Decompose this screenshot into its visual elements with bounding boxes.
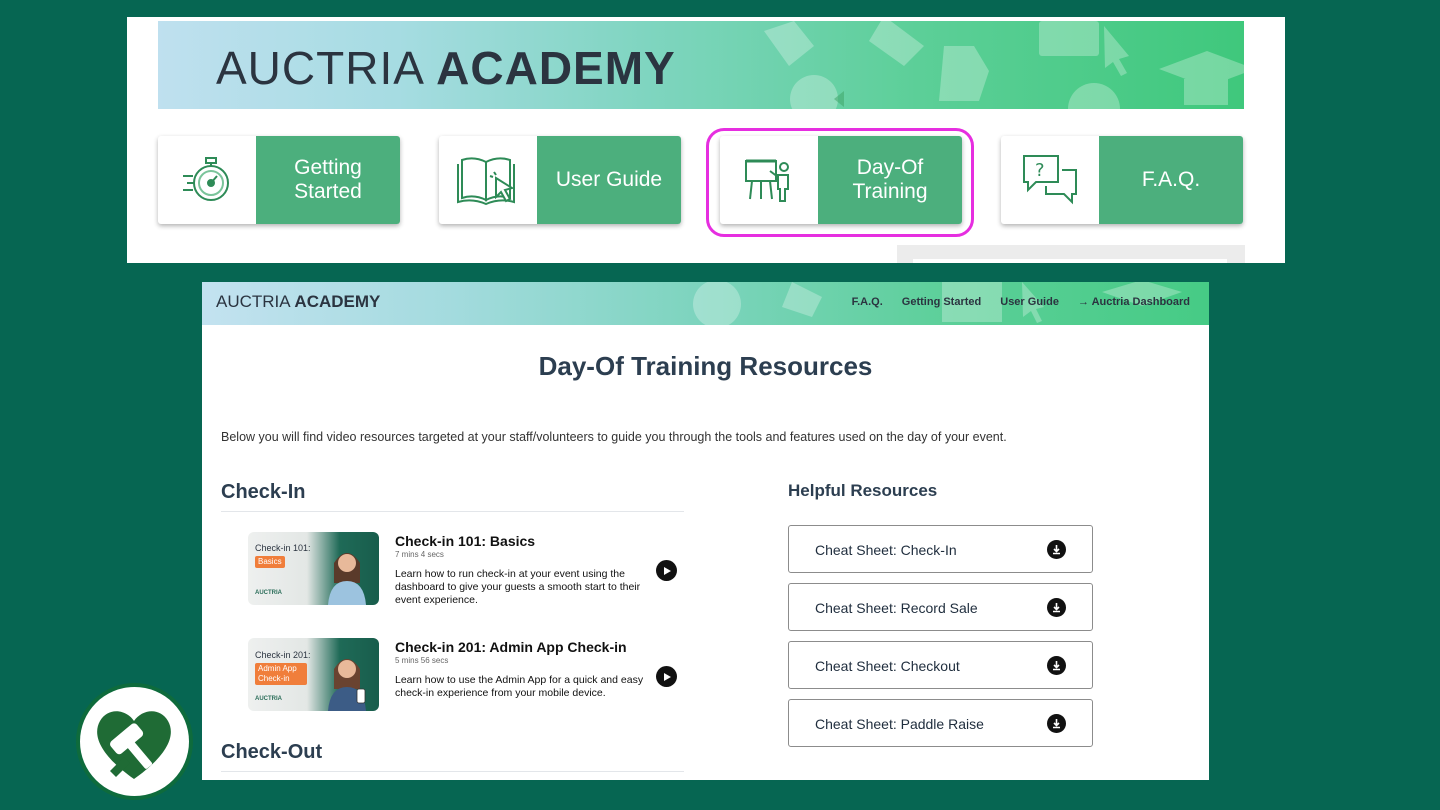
highlight-circle (706, 128, 974, 237)
question-chat-icon: ? (1001, 136, 1099, 224)
academy-home-screenshot: AUCTRIA ACADEMY Getting Started User Gui… (127, 17, 1285, 263)
section-heading-check-in: Check-In (221, 481, 306, 503)
tile-label: Getting Started (256, 136, 400, 224)
cheat-sheet-paddle-raise-button[interactable]: Cheat Sheet: Paddle Raise (788, 699, 1093, 747)
auctria-heart-logo (80, 687, 189, 796)
tile-getting-started[interactable]: Getting Started (158, 136, 400, 224)
academy-banner: AUCTRIA ACADEMY (158, 21, 1244, 109)
top-nav-bar: AUCTRIA ACADEMY F.A.Q. Getting Started U… (202, 282, 1209, 325)
book-cursor-icon (439, 136, 537, 224)
video-description: Learn how to run check-in at your event … (395, 568, 641, 606)
download-icon (1047, 540, 1066, 559)
nav-links: F.A.Q. Getting Started User Guide → Auct… (852, 296, 1190, 308)
auctria-logo: AUCTRIA (255, 696, 282, 702)
play-button[interactable] (656, 666, 677, 687)
academy-logo: AUCTRIA ACADEMY (216, 42, 676, 94)
stopwatch-icon (158, 136, 256, 224)
download-icon (1047, 598, 1066, 617)
video-thumbnail[interactable]: Check-in 201: Admin App Check-in AUCTRIA (248, 638, 379, 711)
cheat-sheet-check-in-button[interactable]: Cheat Sheet: Check-In (788, 525, 1093, 573)
helpful-resources-heading: Helpful Resources (788, 481, 938, 500)
presenter-image (328, 553, 366, 605)
nav-link-faq[interactable]: F.A.Q. (852, 296, 883, 308)
tile-user-guide[interactable]: User Guide (439, 136, 681, 224)
play-button[interactable] (656, 560, 677, 581)
video-title[interactable]: Check-in 201: Admin App Check-in (395, 639, 627, 655)
cheat-sheet-checkout-button[interactable]: Cheat Sheet: Checkout (788, 641, 1093, 689)
download-icon (1047, 714, 1066, 733)
play-icon (663, 566, 671, 575)
auctria-logo: AUCTRIA (255, 590, 282, 596)
video-description: Learn how to use the Admin App for a qui… (395, 674, 644, 699)
download-icon (1047, 656, 1066, 675)
nav-link-auctria-dashboard[interactable]: → Auctria Dashboard (1078, 296, 1190, 308)
section-divider (221, 511, 684, 512)
tile-label: User Guide (537, 136, 681, 224)
svg-text:?: ? (1035, 160, 1045, 181)
video-item: Check-in 201: Admin App Check-in AUCTRIA… (248, 638, 688, 712)
video-title[interactable]: Check-in 101: Basics (395, 533, 535, 549)
section-heading-check-out: Check-Out (221, 741, 323, 763)
nav-link-getting-started[interactable]: Getting Started (902, 296, 981, 308)
tile-faq[interactable]: ? F.A.Q. (1001, 136, 1243, 224)
nav-link-user-guide[interactable]: User Guide (1000, 296, 1059, 308)
video-duration: 5 mins 56 secs (395, 656, 449, 665)
page-title: Day-Of Training Resources (538, 351, 873, 381)
section-divider (221, 771, 684, 772)
cheat-sheet-record-sale-button[interactable]: Cheat Sheet: Record Sale (788, 583, 1093, 631)
intro-text: Below you will find video resources targ… (221, 430, 1007, 444)
video-item: Check-in 101: Basics AUCTRIA Check-in 10… (248, 532, 688, 606)
video-thumbnail[interactable]: Check-in 101: Basics AUCTRIA (248, 532, 379, 605)
video-duration: 7 mins 4 secs (395, 550, 444, 559)
tile-label: F.A.Q. (1099, 136, 1243, 224)
academy-logo[interactable]: AUCTRIA ACADEMY (216, 292, 380, 312)
heart-gavel-icon (97, 711, 171, 779)
day-of-training-page-screenshot: AUCTRIA ACADEMY F.A.Q. Getting Started U… (202, 282, 1209, 780)
play-icon (663, 672, 671, 681)
banner-decoration-icons (764, 21, 1244, 109)
presenter-image (328, 659, 366, 711)
background-card (897, 245, 1245, 263)
